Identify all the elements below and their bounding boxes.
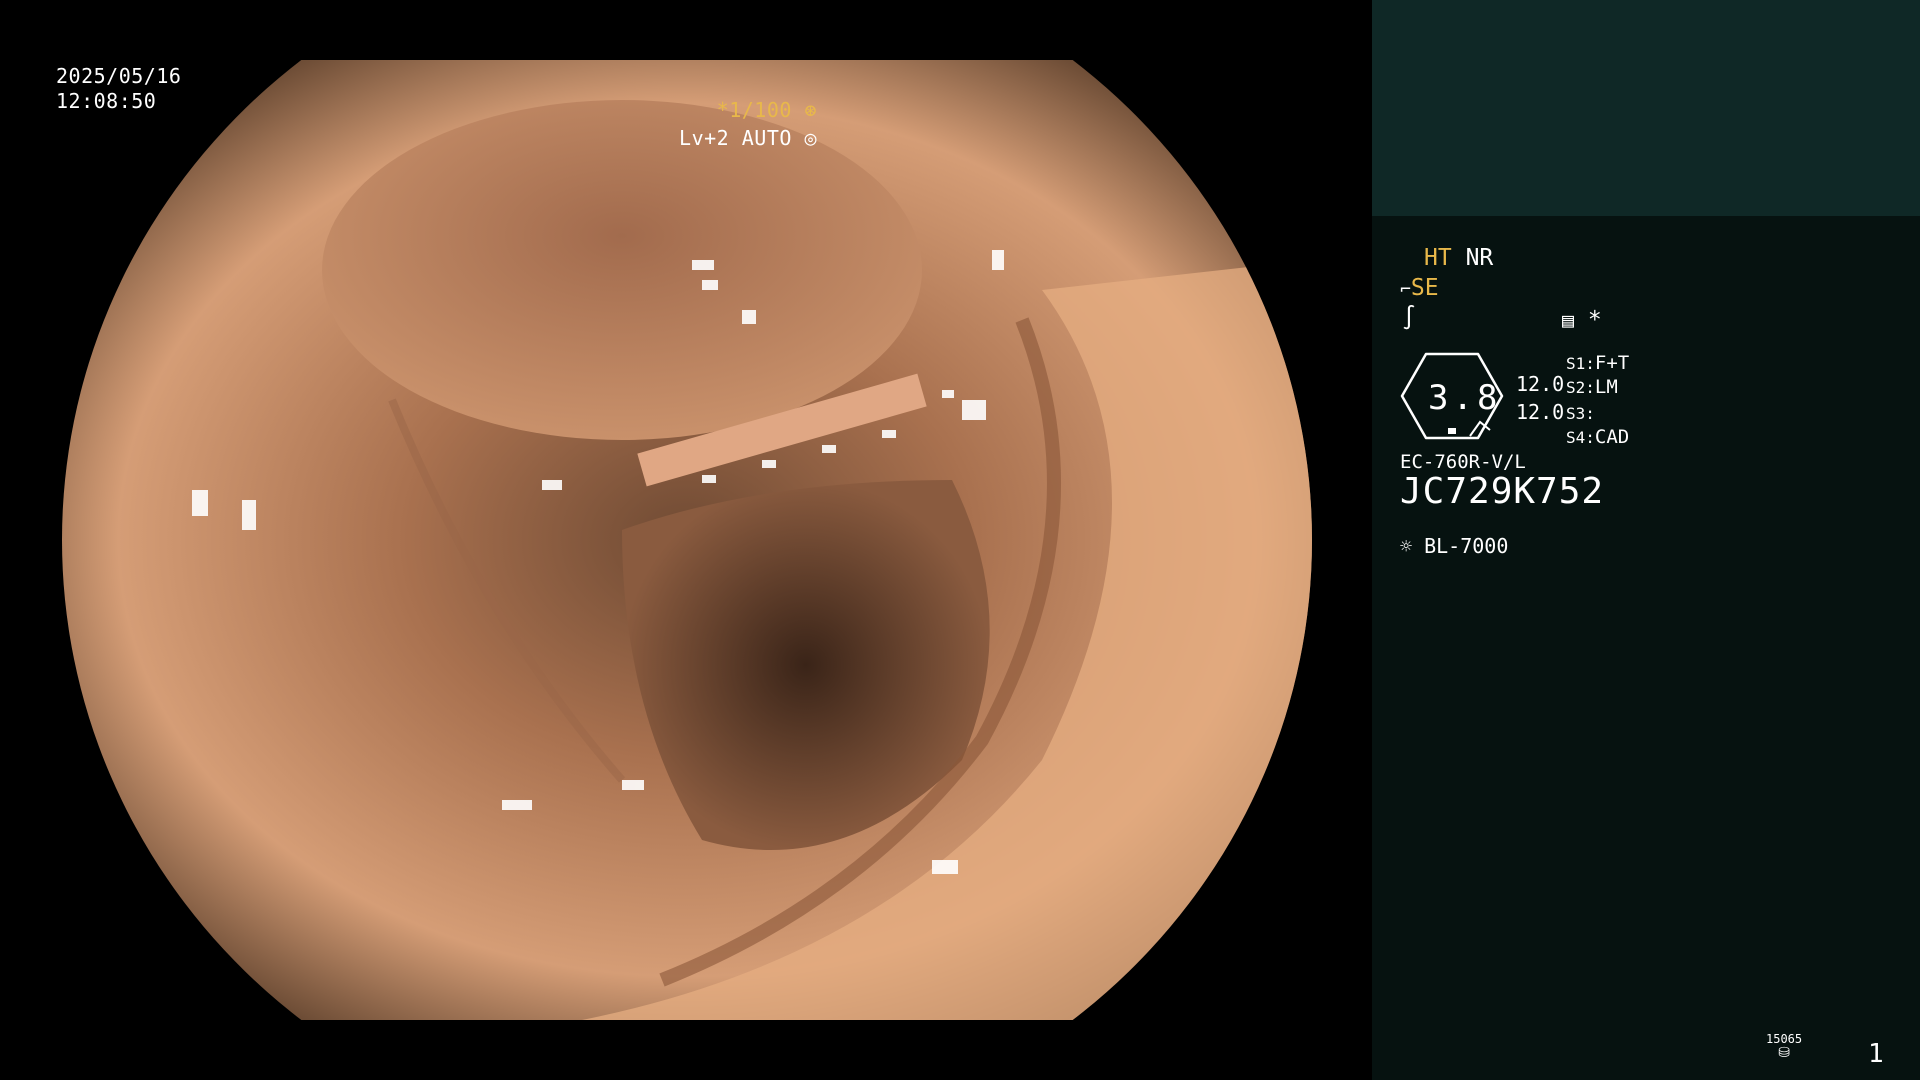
page-number: 1 — [1868, 1039, 1884, 1069]
value-2: 12.0 — [1516, 400, 1565, 424]
s1-label: S1: — [1566, 354, 1595, 373]
record-icon: ▤ — [1562, 308, 1575, 332]
s2-value: LM — [1594, 376, 1618, 398]
info-panel: HT NR ⌐SE ∫ ▤ * 3.8 12.0 12.0 S1:F+T S2:… — [1372, 0, 1920, 1080]
counter-block: 15065 ⛁ — [1766, 1032, 1802, 1060]
panel-header-block — [1372, 0, 1920, 216]
disk-icon: ⛁ — [1778, 1045, 1790, 1061]
date-time-display: 2025/05/16 12:08:50 — [56, 64, 181, 114]
shutter-text: *1/100 — [716, 98, 792, 122]
light-source-label: BL-7000 — [1424, 534, 1509, 558]
se-label: SE — [1410, 275, 1439, 301]
shutter-indicator: *1/100 ⊛ — [717, 98, 817, 123]
s1-value: F+T — [1594, 352, 1630, 374]
record-row: ▤ * — [1562, 306, 1602, 334]
endoscopic-image — [62, 60, 1312, 1020]
light-icon: ☼ — [1400, 534, 1413, 558]
ht-nr-row: HT NR — [1424, 244, 1493, 272]
curve-icon: ∫ — [1402, 305, 1416, 331]
ring-value: 3.8 — [1428, 378, 1502, 418]
counter-code: 15065 — [1766, 1032, 1803, 1046]
iris-icon: ◎ — [804, 126, 817, 150]
se-row: ⌐SE — [1400, 274, 1439, 304]
shutter-icon: ⊛ — [804, 98, 817, 122]
level-text: Lv+2 AUTO — [679, 126, 792, 150]
s2-label: S2: — [1566, 378, 1595, 397]
endoscope-view: 2025/05/16 12:08:50 *1/100 ⊛ Lv+2 AUTO ◎ — [0, 0, 1372, 1080]
light-source-row: ☼ BL-7000 — [1400, 532, 1508, 560]
scope-serial: JC729K752 — [1400, 471, 1605, 512]
asterisk-mark: * — [1587, 307, 1602, 333]
level-indicator: Lv+2 AUTO ◎ — [679, 126, 817, 151]
curve-row: ∫ — [1402, 304, 1416, 332]
s4-row: S4:CAD — [1566, 422, 1629, 452]
time-text: 12:08:50 — [56, 89, 157, 113]
structure-enhance-icon: ⌐ — [1400, 279, 1411, 300]
value-1: 12.0 — [1516, 372, 1565, 396]
s4-label: S4: — [1566, 428, 1595, 447]
nr-label: NR — [1465, 245, 1494, 271]
s3-label: S3: — [1566, 404, 1595, 423]
date-text: 2025/05/16 — [56, 64, 182, 88]
ht-label: HT — [1424, 245, 1452, 271]
s4-value: CAD — [1594, 426, 1630, 448]
